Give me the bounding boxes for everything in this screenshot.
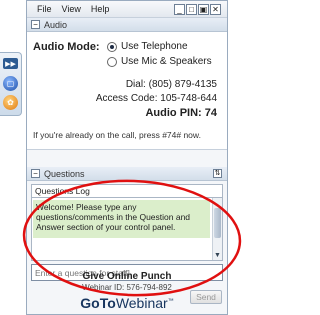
scroll-down-icon[interactable]: ▼ xyxy=(214,252,221,259)
expand-panel-icon[interactable]: ▶▶ xyxy=(3,58,18,69)
control-panel: File View Help _ □ ▣ ✕ − Audio Audio Mod… xyxy=(26,0,228,315)
audio-panel: Audio Mode: Use Telephone Use Mic & Spea… xyxy=(27,32,227,150)
collapse-audio-icon[interactable]: − xyxy=(31,20,40,29)
access-code: Access Code: 105-748-644 xyxy=(95,93,217,104)
trademark-mark: ™ xyxy=(167,298,174,305)
audio-section-header[interactable]: − Audio xyxy=(27,18,227,32)
menu-view[interactable]: View xyxy=(62,4,81,14)
minimize-icon[interactable]: _ xyxy=(174,4,185,15)
welcome-message: Welcome! Please type any questions/comme… xyxy=(33,200,210,238)
settings-icon[interactable]: ✿ xyxy=(3,95,18,110)
close-icon[interactable]: ✕ xyxy=(210,4,221,15)
radio-unselected-icon[interactable] xyxy=(107,56,117,67)
audio-pin: Audio PIN: 74 xyxy=(145,107,217,119)
menu-bar: File View Help _ □ ▣ ✕ xyxy=(27,1,227,18)
questions-log: Welcome! Please type any questions/comme… xyxy=(31,197,223,261)
questions-panel: Questions Log Welcome! Please type any q… xyxy=(27,184,227,304)
screen-share-icon[interactable]: ▢ xyxy=(3,76,18,91)
window-controls: _ □ ▣ ✕ xyxy=(174,4,221,15)
audio-section-title: Audio xyxy=(44,19,68,30)
questions-log-label: Questions Log xyxy=(31,184,223,197)
gotowebinar-logo: GoToWebinar™ xyxy=(27,295,227,311)
questions-section-title: Questions xyxy=(44,168,85,179)
radio-use-telephone[interactable]: Use Telephone xyxy=(107,41,188,52)
side-toolbar: ▶▶ ▢ ✿ xyxy=(0,52,22,116)
dial-number: Dial: (805) 879-4135 xyxy=(125,79,217,90)
radio-label: Use Telephone xyxy=(121,41,188,52)
brand-bold: GoTo xyxy=(80,295,116,311)
webinar-id: Webinar ID: 576-794-892 xyxy=(82,283,172,292)
questions-section-header[interactable]: − Questions ⇅ xyxy=(27,167,227,181)
popout-icon[interactable]: ⇅ xyxy=(213,169,222,178)
questions-log-scrollbar[interactable]: ▼ xyxy=(212,198,222,260)
brand-rest: Webinar xyxy=(115,295,168,311)
footer: Give Online Punch Webinar ID: 576-794-89… xyxy=(27,271,227,311)
radio-selected-icon[interactable] xyxy=(107,41,117,52)
scrollbar-thumb[interactable] xyxy=(214,208,221,238)
menu-help[interactable]: Help xyxy=(91,4,110,14)
maximize-icon[interactable]: ▣ xyxy=(198,4,209,15)
menu-file[interactable]: File xyxy=(37,4,52,14)
call-note: If you're already on the call, press #74… xyxy=(33,130,201,140)
radio-label: Use Mic & Speakers xyxy=(121,56,212,67)
organizer-name: Give Online Punch xyxy=(82,271,172,282)
restore-icon[interactable]: □ xyxy=(186,4,197,15)
radio-use-mic-speakers[interactable]: Use Mic & Speakers xyxy=(107,56,212,67)
collapse-questions-icon[interactable]: − xyxy=(31,169,40,178)
audio-mode-label: Audio Mode: xyxy=(33,41,100,53)
